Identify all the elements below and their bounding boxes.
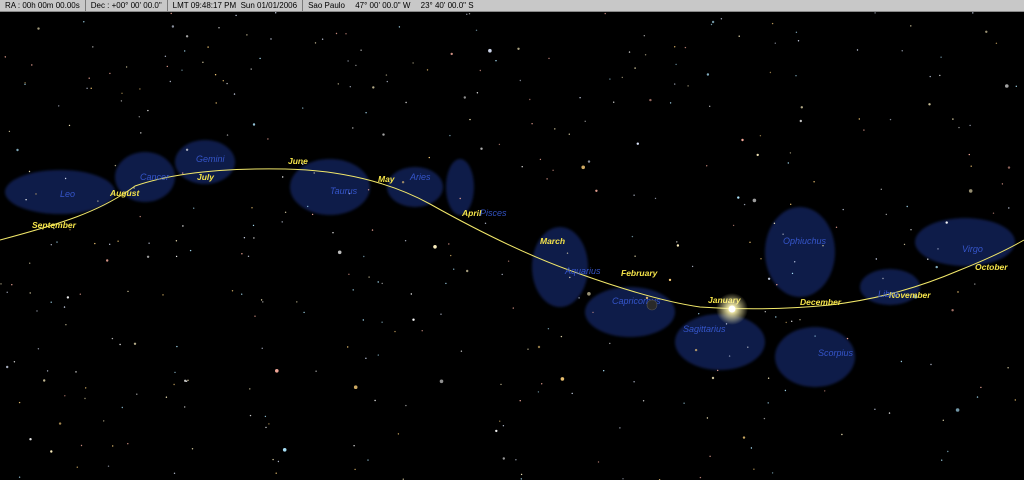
constellation-label-pisces[interactable]: Pisces: [480, 208, 507, 218]
ra-readout: RA : 00h 00m 00.00s: [0, 0, 86, 11]
moon[interactable]: [646, 299, 658, 311]
dec-readout: Dec : +00° 00' 00.0": [86, 0, 168, 11]
star-field: [0, 12, 1017, 480]
location-name: Sao Paulo: [308, 1, 345, 10]
constellation-label-libra[interactable]: Libra: [878, 289, 898, 299]
constellation-label-ophiuchus[interactable]: Ophiuchus: [783, 236, 827, 246]
longitude-readout: 47° 00' 00.0" W: [355, 1, 411, 10]
lmt-date: Sun 01/01/2006: [240, 1, 298, 10]
month-label-october: October: [975, 262, 1008, 272]
location-readout: Sao Paulo 47° 00' 00.0" W 23° 40' 00.0" …: [303, 0, 478, 11]
month-label-may: May: [378, 174, 396, 184]
constellation-label-gemini[interactable]: Gemini: [196, 154, 226, 164]
constellation-label-cancer[interactable]: Cancer: [140, 172, 170, 182]
lmt-readout: LMT 09:48:17 PM Sun 01/01/2006: [168, 0, 304, 11]
constellation-label-taurus[interactable]: Taurus: [330, 186, 358, 196]
constellation-label-aries[interactable]: Aries: [409, 172, 431, 182]
latitude-readout: 23° 40' 00.0" S: [420, 1, 474, 10]
constellation-label-virgo[interactable]: Virgo: [962, 244, 983, 254]
status-bar: RA : 00h 00m 00.00s Dec : +00° 00' 00.0"…: [0, 0, 1024, 12]
constellation-label-sagittarius[interactable]: Sagittarius: [683, 324, 726, 334]
month-label-april: April: [461, 208, 482, 218]
month-label-july: July: [197, 172, 215, 182]
month-label-february: February: [621, 268, 659, 278]
sky-view[interactable]: September August July June May April March Febr…: [0, 12, 1024, 480]
sun[interactable]: [716, 293, 748, 325]
label-layer: September August July June May April March Febr…: [32, 154, 1008, 358]
month-label-march: March: [540, 236, 565, 246]
constellation-label-scorpius[interactable]: Scorpius: [818, 348, 854, 358]
constellation-label-aquarius[interactable]: Aquarius: [564, 266, 601, 276]
lmt-time: LMT 09:48:17 PM: [172, 1, 237, 10]
month-label-august: August: [109, 188, 140, 198]
month-label-june: June: [288, 156, 308, 166]
month-label-december: December: [800, 297, 842, 307]
constellation-label-leo[interactable]: Leo: [60, 189, 75, 199]
month-label-september: September: [32, 220, 77, 230]
